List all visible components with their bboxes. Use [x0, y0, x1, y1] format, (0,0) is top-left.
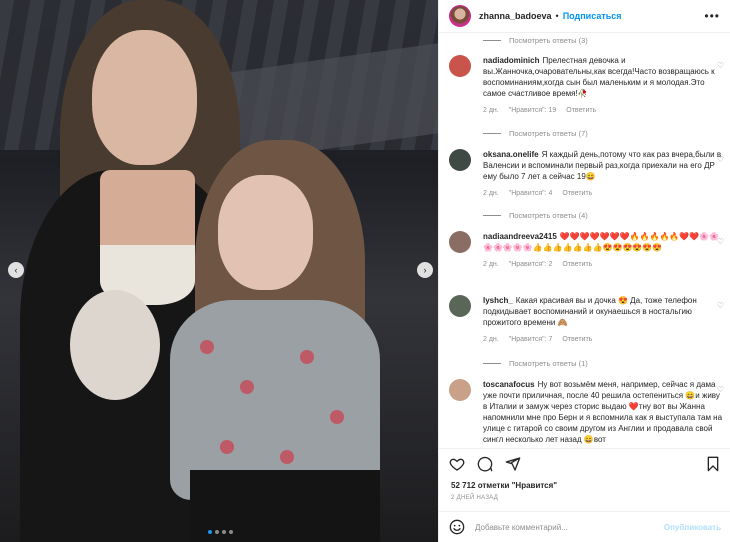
- post-header: zhanna_badoeva • Подписаться •••: [439, 0, 730, 33]
- view-replies-button[interactable]: Посмотреть ответы (3): [483, 36, 588, 45]
- bookmark-icon[interactable]: [705, 456, 721, 472]
- comment-body: lyshch_ Какая красивая вы и дочка 😍 Да, т…: [483, 295, 724, 328]
- photo-dress-flower: [220, 440, 234, 454]
- smile-icon[interactable]: [449, 519, 465, 535]
- comment-meta: 2 дн. "Нравится": 2 Ответить: [483, 261, 724, 268]
- replies-line: [483, 133, 501, 134]
- comment-heart-icon[interactable]: ♡: [717, 385, 724, 394]
- comment-likes[interactable]: "Нравится": 7: [509, 336, 553, 343]
- photo-dress-flower: [330, 410, 344, 424]
- comment-body: toscanafocus Ну вот возьмём меня, наприме…: [483, 379, 724, 445]
- comment-heart-icon[interactable]: ♡: [717, 61, 724, 70]
- photo-dress-flower: [280, 450, 294, 464]
- comment: lyshch_ Какая красивая вы и дочка 😍 Да, т…: [449, 295, 724, 343]
- post-side-panel: zhanna_badoeva • Подписаться ••• Посмотр…: [438, 0, 730, 542]
- comment-time[interactable]: 2 дн.: [483, 336, 499, 343]
- carousel-dot: [208, 530, 212, 534]
- comment: nadiadominich Прелестная девочка и вы.Жан…: [449, 55, 724, 114]
- comment-meta: 2 дн. "Нравится": 4 Ответить: [483, 190, 724, 197]
- comment-heart-icon[interactable]: ♡: [717, 237, 724, 246]
- view-replies-button[interactable]: Посмотреть ответы (7): [483, 129, 588, 138]
- view-replies-label: Посмотреть ответы (1): [509, 359, 588, 368]
- commenter-username[interactable]: nadiaandreeva2415: [483, 232, 557, 241]
- carousel-dot: [222, 530, 226, 534]
- comment-body: oksana.onelife Я каждый день,потому что к…: [483, 149, 724, 182]
- commenter-username[interactable]: oksana.onelife: [483, 150, 539, 159]
- commenter-avatar[interactable]: [449, 55, 471, 77]
- view-replies-label: Посмотреть ответы (7): [509, 129, 588, 138]
- commenter-avatar[interactable]: [449, 379, 471, 401]
- share-icon[interactable]: [505, 456, 521, 472]
- commenter-avatar[interactable]: [449, 231, 471, 253]
- comment-heart-icon[interactable]: ♡: [717, 155, 724, 164]
- more-horizontal-icon[interactable]: •••: [704, 9, 720, 23]
- carousel-indicator: [208, 530, 233, 534]
- comment-likes[interactable]: "Нравится": 4: [509, 190, 553, 197]
- photo-fur-bag: [70, 290, 160, 400]
- heart-icon[interactable]: [449, 456, 465, 472]
- reply-button[interactable]: Ответить: [562, 190, 592, 197]
- commenter-avatar[interactable]: [449, 295, 471, 317]
- comment: nadiaandreeva2415 ❤️❤️❤️❤️❤️❤️❤️🔥🔥🔥🔥🔥❤️❤️…: [449, 231, 724, 268]
- reply-button[interactable]: Ответить: [562, 336, 592, 343]
- replies-line: [483, 40, 501, 41]
- comment-meta: 2 дн. "Нравится": 19 Ответить: [483, 107, 724, 114]
- comment-input[interactable]: [475, 522, 664, 532]
- post-date[interactable]: 2 ДНЕЙ НАЗАД: [451, 495, 498, 501]
- comment-text: Ну вот возьмём меня, например, сейчас я …: [483, 380, 723, 444]
- comment-meta: 2 дн. "Нравится": 7 Ответить: [483, 336, 724, 343]
- post-photo: ‹ ›: [0, 0, 438, 542]
- author-username[interactable]: zhanna_badoeva: [479, 11, 552, 21]
- carousel-dot: [229, 530, 233, 534]
- likes-count[interactable]: 52 712 отметки "Нравится": [451, 481, 557, 490]
- commenter-avatar[interactable]: [449, 149, 471, 171]
- photo-dress-flower: [300, 350, 314, 364]
- comment-icon[interactable]: [477, 456, 493, 472]
- comment-text: Какая красивая вы и дочка 😍 Да, тоже тел…: [483, 296, 697, 327]
- comment-body: nadiaandreeva2415 ❤️❤️❤️❤️❤️❤️❤️🔥🔥🔥🔥🔥❤️❤️…: [483, 231, 724, 253]
- comment: oksana.onelife Я каждый день,потому что к…: [449, 149, 724, 197]
- author-avatar[interactable]: [449, 5, 471, 27]
- commenter-username[interactable]: lyshch_: [483, 296, 513, 305]
- view-replies-button[interactable]: Посмотреть ответы (1): [483, 359, 588, 368]
- carousel-prev-button[interactable]: ‹: [8, 262, 24, 278]
- carousel-dot: [215, 530, 219, 534]
- photo-woman-face: [92, 30, 197, 165]
- chevron-right-icon: ›: [423, 265, 427, 275]
- view-replies-label: Посмотреть ответы (4): [509, 211, 588, 220]
- replies-line: [483, 215, 501, 216]
- photo-girl-face: [218, 175, 313, 290]
- post-actions: [439, 448, 730, 478]
- comment-likes[interactable]: "Нравится": 19: [509, 107, 557, 114]
- comment-likes[interactable]: "Нравится": 2: [509, 261, 553, 268]
- comment-time[interactable]: 2 дн.: [483, 107, 499, 114]
- comment-time[interactable]: 2 дн.: [483, 190, 499, 197]
- follow-button[interactable]: Подписаться: [563, 11, 622, 21]
- instagram-post-modal: ‹ › zhanna_badoeva • Подписаться ••• Пос…: [0, 0, 730, 542]
- view-replies-button[interactable]: Посмотреть ответы (4): [483, 211, 588, 220]
- carousel-next-button[interactable]: ›: [417, 262, 433, 278]
- commenter-username[interactable]: nadiadominich: [483, 56, 539, 65]
- comment-body: nadiadominich Прелестная девочка и вы.Жан…: [483, 55, 724, 99]
- commenter-username[interactable]: toscanafocus: [483, 380, 535, 389]
- photo-dress-flower: [200, 340, 214, 354]
- photo-dress-flower: [240, 380, 254, 394]
- publish-button[interactable]: Опубликовать: [664, 523, 721, 532]
- header-separator: •: [555, 11, 559, 21]
- comment-heart-icon[interactable]: ♡: [717, 301, 724, 310]
- reply-button[interactable]: Ответить: [562, 261, 592, 268]
- comment: toscanafocus Ну вот возьмём меня, наприме…: [449, 379, 724, 445]
- add-comment-bar: Опубликовать: [439, 511, 730, 542]
- reply-button[interactable]: Ответить: [566, 107, 596, 114]
- replies-line: [483, 363, 501, 364]
- comments-list[interactable]: Посмотреть ответы (3) nadiadominich Преле…: [439, 33, 730, 448]
- chevron-left-icon: ‹: [14, 265, 18, 275]
- comment-time[interactable]: 2 дн.: [483, 261, 499, 268]
- view-replies-label: Посмотреть ответы (3): [509, 36, 588, 45]
